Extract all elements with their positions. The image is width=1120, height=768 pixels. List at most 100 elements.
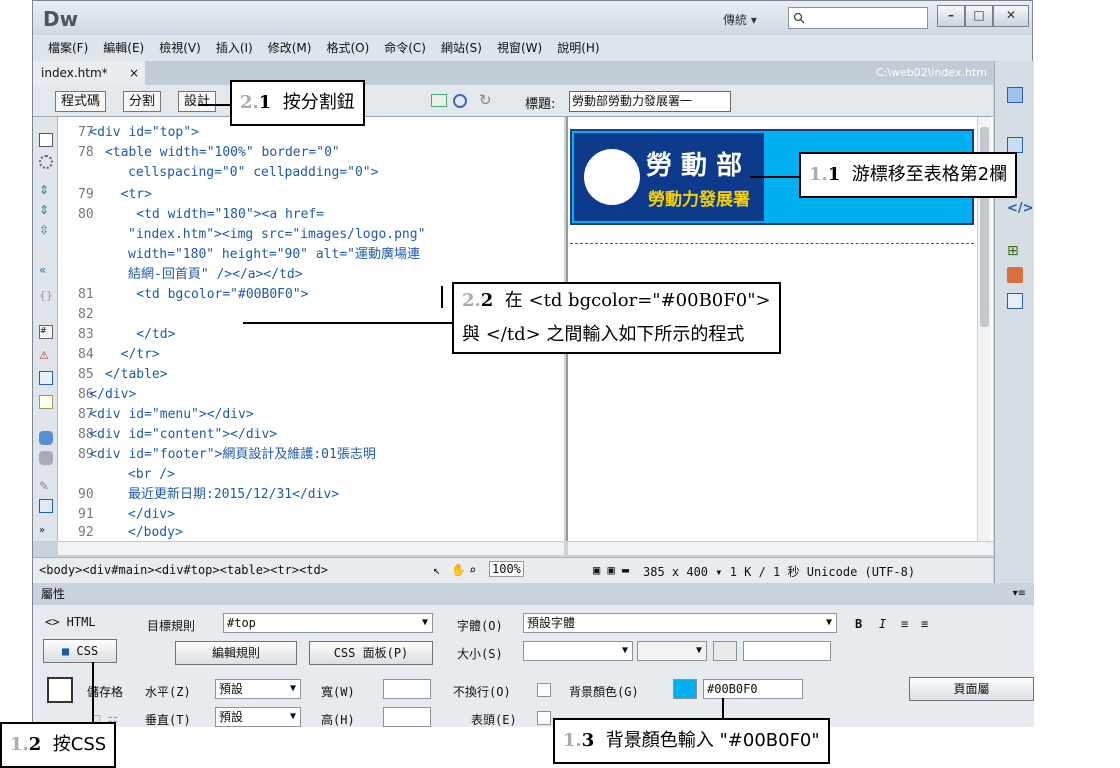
code-line[interactable]: <td bgcolor="#00B0F0"> — [58, 285, 308, 305]
css-styles-icon[interactable] — [1007, 137, 1023, 153]
close-tab-icon[interactable]: × — [129, 61, 139, 85]
size-select[interactable]: ▼ — [523, 641, 633, 661]
preview-icon[interactable] — [453, 94, 467, 108]
code-line[interactable]: <table width="100%" border="0" — [58, 143, 340, 163]
text-color-input[interactable] — [743, 641, 831, 661]
code-line[interactable]: </table> — [58, 365, 168, 385]
select-parent-tag-icon[interactable]: « — [39, 263, 53, 277]
search-input[interactable] — [788, 7, 928, 29]
close-window-button[interactable]: ✕ — [993, 5, 1029, 27]
background-color-swatch[interactable] — [673, 679, 697, 699]
code-line[interactable]: </td> — [58, 325, 175, 345]
align-left-icon[interactable]: ≡ — [901, 617, 908, 631]
zoom-level[interactable]: 100% — [489, 561, 524, 577]
css-panel-button[interactable]: CSS 面板(P) — [309, 641, 433, 665]
files-panel-icon[interactable]: ⊞ — [1007, 243, 1023, 259]
assets-panel-icon[interactable] — [1007, 267, 1023, 283]
hand-tool-icon[interactable]: ✋ — [451, 563, 466, 577]
menu-insert[interactable]: 插入(I) — [216, 35, 253, 61]
bold-button[interactable]: B — [855, 617, 862, 631]
code-view-button[interactable]: 程式碼 — [55, 91, 107, 112]
height-input[interactable] — [383, 707, 431, 727]
align-center-icon[interactable]: ≡ — [921, 617, 928, 631]
workspace-switcher[interactable]: 傳統 ▾ — [723, 11, 757, 28]
title-input[interactable]: 勞動部勞動力發展署一 — [569, 91, 731, 112]
logo-cell[interactable]: 勞 動 部 勞動力發展署 — [574, 133, 764, 221]
code-line[interactable]: <br /> — [128, 465, 175, 485]
validate-icon[interactable] — [431, 94, 447, 107]
split-view-button[interactable]: 分割 — [123, 91, 162, 112]
panel-menu-icon[interactable]: ▾≡ — [1013, 583, 1026, 605]
italic-button[interactable]: I — [879, 617, 886, 631]
remove-comment-icon[interactable] — [39, 451, 53, 465]
properties-header[interactable]: 屬性 ▾≡ — [33, 583, 1034, 605]
font-select[interactable]: 預設字體 ▼ — [523, 613, 837, 633]
open-documents-icon[interactable] — [39, 133, 53, 147]
menu-edit[interactable]: 編輯(E) — [103, 35, 144, 61]
target-rule-select[interactable]: #top ▼ — [223, 613, 433, 633]
window-size-icon[interactable]: ▣ ▣ ▬ — [593, 563, 629, 577]
maximize-button[interactable]: □ — [965, 5, 993, 27]
page-properties-button[interactable]: 頁面屬 — [909, 677, 1034, 701]
minimize-button[interactable]: – — [937, 5, 965, 27]
menu-format[interactable]: 格式(O) — [326, 35, 369, 61]
code-line[interactable]: </div> — [58, 385, 136, 405]
code-line[interactable]: <tr> — [58, 185, 152, 205]
zoom-tool-icon[interactable]: ⌕ — [469, 563, 476, 577]
code-line[interactable]: <div id="menu"></div> — [58, 405, 253, 425]
html-mode-button[interactable]: <> HTML — [45, 615, 96, 629]
menu-help[interactable]: 說明(H) — [557, 35, 599, 61]
wrap-tag-icon[interactable]: ✎ — [39, 479, 53, 493]
menu-view[interactable]: 檢視(V) — [159, 35, 201, 61]
text-color-swatch[interactable] — [713, 641, 737, 661]
word-wrap-icon[interactable] — [39, 371, 53, 385]
header-cell-checkbox[interactable] — [537, 711, 551, 725]
vertical-select[interactable]: 預設 ▼ — [215, 707, 301, 727]
collapse-selection-icon[interactable]: ⇕ — [39, 203, 53, 217]
expand-all-icon[interactable]: ⇳ — [39, 223, 53, 237]
code-line[interactable]: <div id="content"></div> — [58, 425, 277, 445]
nowrap-checkbox[interactable] — [537, 683, 551, 697]
menu-window[interactable]: 視窗(W) — [497, 35, 542, 61]
code-line[interactable]: 結網-回首頁" /></a></td> — [128, 265, 303, 285]
code-horizontal-scrollbar[interactable] — [58, 541, 564, 555]
menu-file[interactable]: 檔案(F) — [48, 35, 88, 61]
menu-modify[interactable]: 修改(M) — [268, 35, 312, 61]
code-line[interactable]: <td width="180"><a href= — [58, 205, 324, 225]
design-horizontal-scrollbar[interactable] — [568, 541, 993, 555]
css-mode-button[interactable]: ■ CSS — [43, 639, 117, 663]
horizontal-select[interactable]: 預設 ▼ — [215, 679, 301, 699]
code-line[interactable]: <div id="footer">網頁設計及維護:01張志明 — [58, 445, 376, 465]
recent-snippets-icon[interactable] — [39, 499, 53, 513]
snippets-panel-icon[interactable] — [1007, 293, 1023, 309]
code-line[interactable]: cellspacing="0" cellpadding="0"> — [128, 163, 378, 183]
edit-rule-button[interactable]: 編輯規則 — [175, 641, 297, 665]
size-unit-select[interactable]: ▼ — [637, 641, 707, 661]
show-code-navigator-icon[interactable] — [39, 155, 53, 169]
document-tab[interactable]: index.htm* × — [33, 61, 145, 85]
code-line[interactable]: width="180" height="90" alt="運動廣場連 — [128, 245, 420, 265]
tag-inspector-icon[interactable]: </> — [1007, 201, 1034, 217]
tag-selector[interactable]: <body><div#main><div#top><table><tr><td> — [39, 563, 328, 577]
line-numbers-icon[interactable]: # — [39, 325, 53, 339]
select-tool-icon[interactable]: ↖ — [433, 563, 440, 577]
menu-commands[interactable]: 命令(C) — [384, 35, 426, 61]
background-color-input[interactable]: #00B0F0 — [703, 679, 803, 699]
more-options-icon[interactable]: » — [39, 525, 53, 539]
menu-site[interactable]: 網站(S) — [441, 35, 482, 61]
insert-panel-icon[interactable] — [1007, 87, 1023, 103]
code-line[interactable]: 最近更新日期:2015/12/31</div> — [128, 485, 339, 505]
refresh-icon[interactable]: ↻ — [479, 91, 492, 109]
apply-comment-icon[interactable] — [39, 431, 53, 445]
code-line[interactable]: </div> — [128, 505, 175, 525]
design-view-button[interactable]: 設計 — [178, 91, 217, 112]
code-line[interactable]: </body> — [128, 523, 183, 541]
collapse-full-tag-icon[interactable]: ⇕ — [39, 183, 53, 197]
code-line[interactable]: </tr> — [58, 345, 160, 365]
width-input[interactable] — [383, 679, 431, 699]
code-line[interactable]: <div id="top"> — [58, 123, 199, 143]
balance-braces-icon[interactable]: {} — [39, 289, 53, 303]
highlight-invalid-code-icon[interactable]: ⚠ — [39, 349, 53, 363]
code-line[interactable]: "index.htm"><img src="images/logo.png" — [128, 225, 425, 245]
syntax-error-alerts-icon[interactable] — [39, 395, 53, 409]
